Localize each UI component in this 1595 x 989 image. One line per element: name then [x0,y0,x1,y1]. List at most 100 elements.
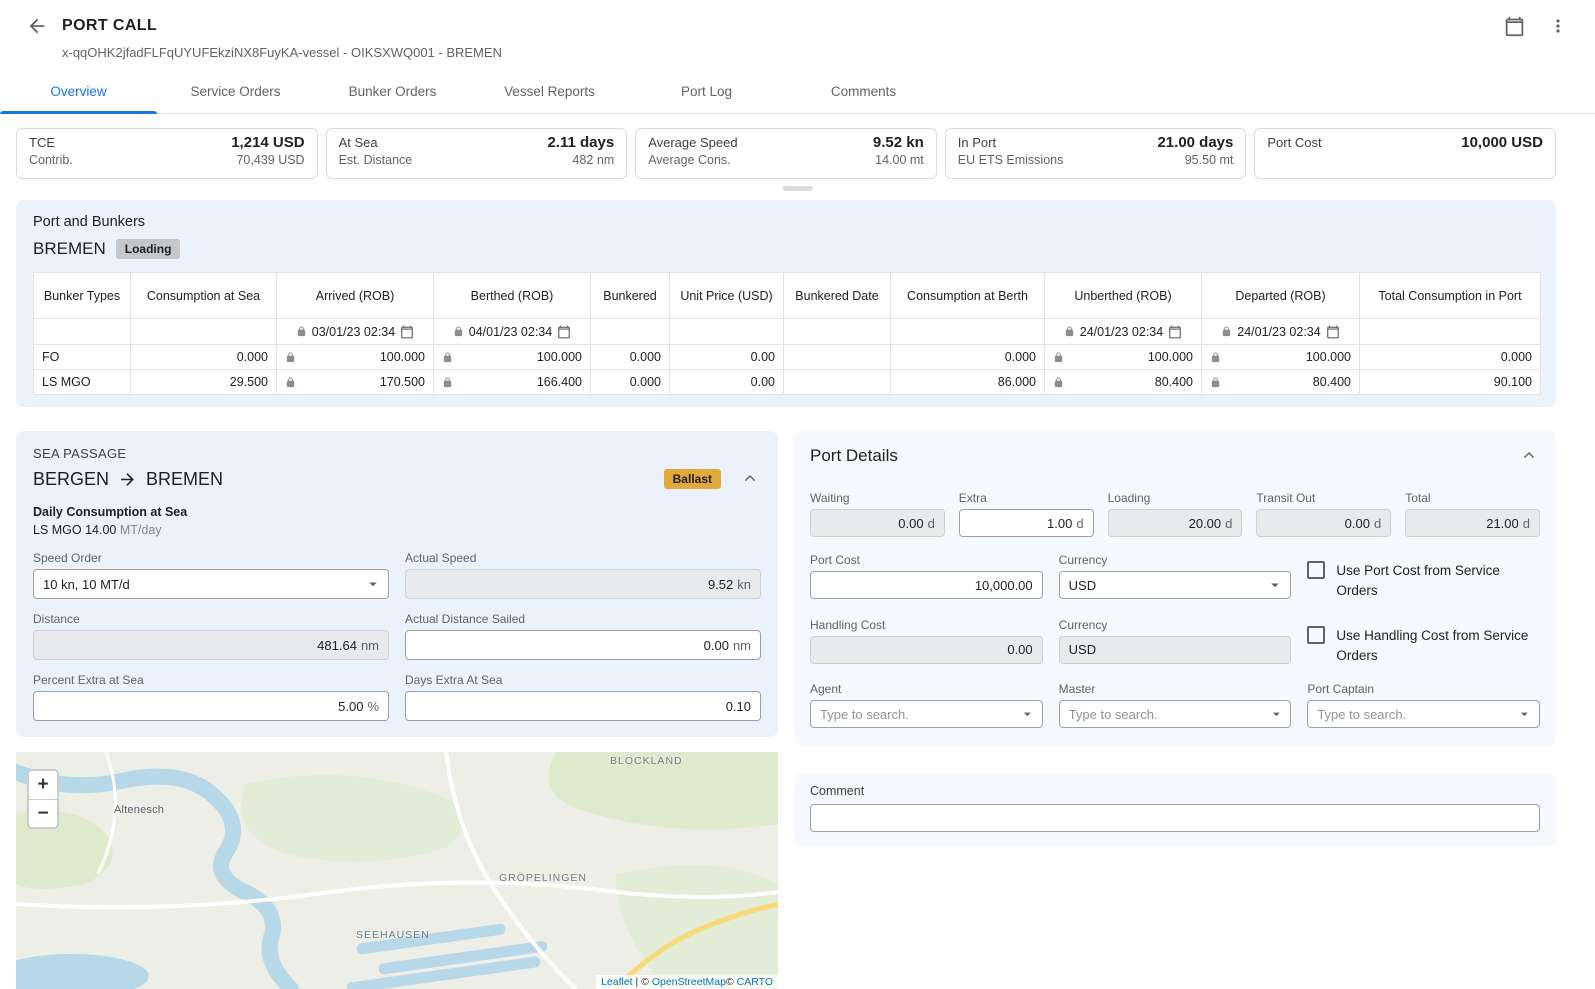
arrived-date-field[interactable]: 03/01/23 02:34 [283,325,427,339]
port-captain-input[interactable] [1317,707,1516,722]
arrived-rob-cell[interactable]: 170.500 [277,370,434,395]
port-function-badge: Loading [116,239,181,259]
col-header-consumption-at-berth: Consumption at Berth [891,273,1045,319]
agent-combobox[interactable] [810,700,1043,728]
lock-icon [1210,352,1221,363]
port-details-section: Port Details Waiting d Extra d L [794,431,1556,746]
sea-passage-collapse-button[interactable] [739,468,761,490]
stat-value: 10,000 USD [1461,134,1543,151]
arrived-rob-cell[interactable]: 100.000 [277,345,434,370]
route-from: BERGEN [33,469,109,490]
chevron-up-icon [742,471,758,487]
days-extra-input[interactable] [415,699,751,714]
berthed-rob-cell[interactable]: 166.400 [434,370,591,395]
lock-icon [442,352,453,363]
agent-input[interactable] [820,707,1019,722]
extra-input[interactable] [969,516,1073,531]
departed-rob-cell[interactable]: 100.000 [1202,345,1360,370]
port-call-page: PORT CALL x-qqOHK2jfadFLFqUYUFEkziNX8Fuy… [0,0,1595,989]
bunker-type-cell: LS MGO [34,370,131,395]
stat-card-tce: TCE1,214 USD Contrib.70,439 USD [16,128,318,179]
consumption-at-sea-cell[interactable]: 0.000 [131,345,277,370]
bunker-table: Bunker Types Consumption at Sea Arrived … [33,272,1541,395]
unit-price-cell[interactable]: 0.00 [670,345,784,370]
port-cost-label: Port Cost [810,553,1043,567]
stat-value: 95.50 mt [1185,153,1234,167]
departed-date-field[interactable]: 24/01/23 02:34 [1208,325,1353,339]
openstreetmap-link[interactable]: OpenStreetMap [652,976,726,988]
berthed-rob-cell[interactable]: 100.000 [434,345,591,370]
carto-link[interactable]: CARTO [737,976,773,988]
handling-cost-currency-label: Currency [1059,618,1292,632]
actual-distance-input[interactable] [415,638,729,653]
consumption-at-sea-cell[interactable]: 29.500 [131,370,277,395]
arrived-date: 03/01/23 02:34 [312,325,395,339]
port-cost-currency-select[interactable]: USD [1059,571,1292,599]
stats-drag-handle[interactable] [783,186,813,191]
zoom-out-button[interactable]: − [29,799,57,827]
distance-unit: nm [361,638,379,653]
bunkered-cell[interactable]: 0.000 [591,345,670,370]
bunkered-cell[interactable]: 0.000 [591,370,670,395]
tab-vessel-reports[interactable]: Vessel Reports [471,70,628,113]
loading-input [1118,516,1222,531]
master-combobox[interactable] [1059,700,1292,728]
tab-comments[interactable]: Comments [785,70,942,113]
calendar-icon [400,325,414,339]
master-label: Master [1059,682,1292,696]
stat-value: 14.00 mt [875,153,924,167]
port-cost-currency-value: USD [1069,578,1096,593]
departed-rob-cell[interactable]: 80.400 [1202,370,1360,395]
use-handling-cost-checkbox-row[interactable]: Use Handling Cost from Service Orders [1307,626,1540,667]
chevron-down-icon [1268,705,1285,723]
map-label-groepelingen: GRÖPELINGEN [499,872,587,884]
leaflet-link[interactable]: Leaflet [601,976,633,988]
calendar-button[interactable] [1501,13,1527,39]
stat-card-port-cost: Port Cost10,000 USD [1254,128,1556,179]
unberthed-date-field[interactable]: 24/01/23 02:34 [1051,325,1195,339]
tab-bar: Overview Service Orders Bunker Orders Ve… [0,70,1595,114]
zoom-in-button[interactable]: + [29,771,57,799]
tab-overview[interactable]: Overview [0,70,157,113]
unberthed-rob-cell[interactable]: 80.400 [1045,370,1202,395]
speed-order-label: Speed Order [33,551,389,565]
unberthed-rob-cell[interactable]: 100.000 [1045,345,1202,370]
lock-icon [1064,326,1075,337]
route-map[interactable]: BLOCKLAND Altenesch GRÖPELINGEN SEEHAUSE… [16,752,778,989]
use-port-cost-checkbox-row[interactable]: Use Port Cost from Service Orders [1307,561,1540,602]
tab-bunker-orders[interactable]: Bunker Orders [314,70,471,113]
waiting-label: Waiting [810,491,945,505]
berthed-date-field[interactable]: 04/01/23 02:34 [440,325,584,339]
bunkered-date-cell[interactable] [784,370,891,395]
consumption-at-berth-cell[interactable]: 86.000 [891,370,1045,395]
departed-date: 24/01/23 02:34 [1237,325,1320,339]
master-input[interactable] [1069,707,1268,722]
port-details-title: Port Details [810,446,898,466]
use-handling-cost-checkbox[interactable] [1307,626,1325,644]
bunker-row-fo: FO 0.000 100.000 100.000 0.000 0.00 0.00… [34,345,1541,370]
consumption-at-berth-cell[interactable]: 0.000 [891,345,1045,370]
comment-input[interactable] [820,811,1530,826]
back-button[interactable] [24,13,50,39]
days-extra-label: Days Extra At Sea [405,673,761,687]
tab-service-orders[interactable]: Service Orders [157,70,314,113]
port-details-collapse-button[interactable] [1518,445,1540,467]
col-header-unit-price: Unit Price (USD) [670,273,784,319]
percent-extra-input[interactable] [43,699,363,714]
speed-order-select[interactable]: 10 kn, 10 MT/d [33,569,389,599]
calendar-icon [1504,16,1525,37]
unit-price-cell[interactable]: 0.00 [670,370,784,395]
col-header-consumption-at-sea: Consumption at Sea [131,273,277,319]
port-cost-input[interactable] [820,578,1033,593]
bunkered-date-cell[interactable] [784,345,891,370]
kebab-menu-button[interactable] [1545,13,1571,39]
tab-port-log[interactable]: Port Log [628,70,785,113]
port-captain-combobox[interactable] [1307,700,1540,728]
extra-label: Extra [959,491,1094,505]
use-port-cost-checkbox[interactable] [1307,561,1325,579]
bunker-row-ls-mgo: LS MGO 29.500 170.500 166.400 0.000 0.00… [34,370,1541,395]
page-title: PORT CALL [62,17,157,35]
distance-input [43,638,357,653]
calendar-icon [557,325,571,339]
page-header: PORT CALL x-qqOHK2jfadFLFqUYUFEkziNX8Fuy… [0,0,1595,60]
